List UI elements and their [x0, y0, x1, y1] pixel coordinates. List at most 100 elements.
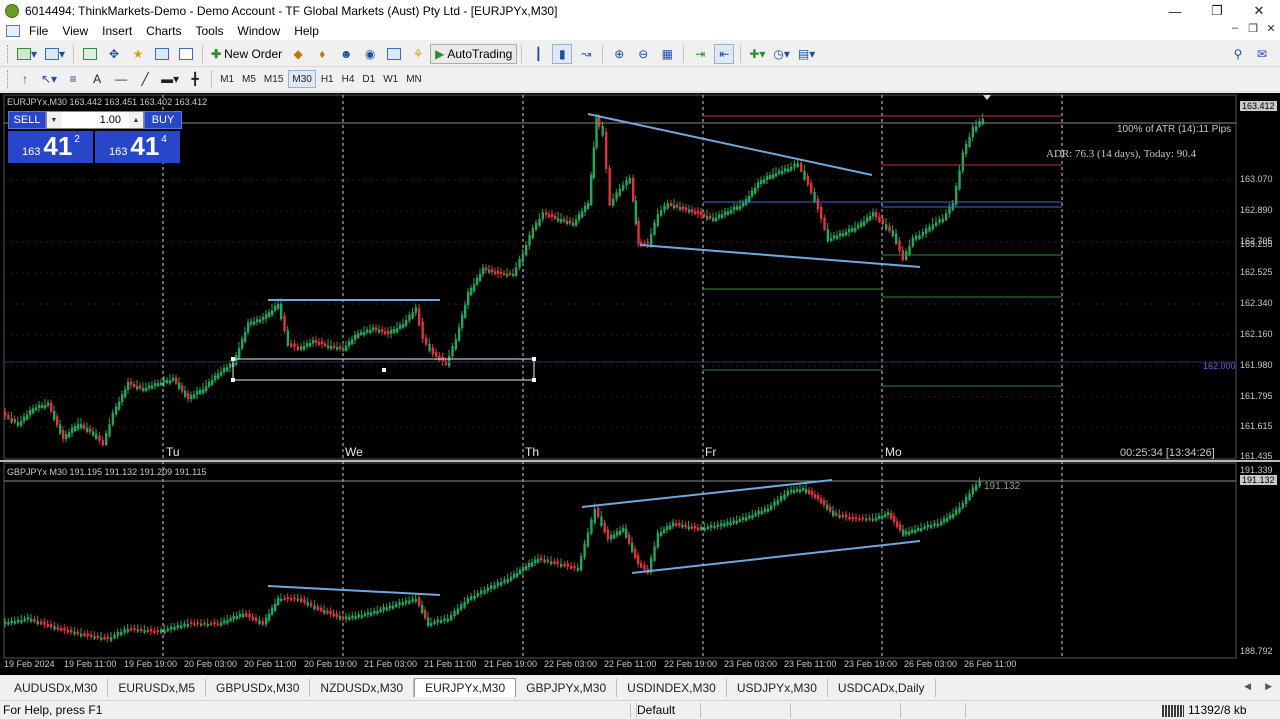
candle-body: [733, 206, 736, 211]
lot-decrease-icon[interactable]: ▼: [47, 112, 61, 128]
timeframe-m1[interactable]: M1: [217, 70, 237, 88]
strategy-tester-icon[interactable]: [176, 44, 196, 64]
menu-charts[interactable]: Charts: [139, 24, 188, 38]
candle-body: [751, 190, 754, 197]
tab-left-icon[interactable]: ◀: [1244, 681, 1251, 692]
chart-shift-icon[interactable]: ⇤: [714, 43, 735, 64]
chart-tab[interactable]: NZDUSDx,M30: [310, 679, 415, 697]
metaeditor-icon[interactable]: ◆: [288, 44, 308, 64]
candle-body: [153, 630, 156, 633]
candlestick-icon[interactable]: ▮: [552, 43, 573, 64]
data-window-icon[interactable]: ✥: [104, 44, 124, 64]
buy-button[interactable]: BUY: [144, 111, 182, 129]
candle-body: [808, 490, 811, 494]
chart-tab[interactable]: GBPJPYx,M30: [516, 679, 618, 697]
chart-tab[interactable]: EURJPYx,M30: [414, 678, 517, 697]
crosshair-tool-icon[interactable]: ╋: [185, 69, 205, 89]
chart-tab[interactable]: USDINDEX,M30: [617, 679, 727, 697]
menu-view[interactable]: View: [55, 24, 95, 38]
horizontal-line-icon[interactable]: —: [111, 69, 131, 89]
experts-icon[interactable]: ⚘: [408, 44, 428, 64]
candle-body: [700, 527, 703, 530]
cursor-icon[interactable]: ↑: [15, 69, 35, 89]
periods-icon[interactable]: ◷▾: [771, 44, 792, 64]
chart-tab[interactable]: USDCADx,Daily: [828, 679, 936, 697]
crosshair-icon[interactable]: ↖▾: [39, 69, 59, 89]
tile-windows-icon[interactable]: ▦: [657, 44, 677, 64]
new-order-button[interactable]: ✚ New Order: [207, 44, 286, 64]
candle-body: [535, 222, 538, 230]
text-tool-icon[interactable]: A: [87, 69, 107, 89]
candle-body: [86, 633, 90, 637]
chart-canvas[interactable]: [0, 93, 1280, 675]
separator: [700, 703, 701, 718]
child-restore-button[interactable]: ❐: [1244, 22, 1262, 35]
lot-increase-icon[interactable]: ▲: [129, 112, 143, 128]
options-icon[interactable]: [384, 44, 404, 64]
indicators-icon[interactable]: ✚▾: [747, 44, 767, 64]
zoom-in-icon[interactable]: ⊕: [609, 44, 629, 64]
community-icon[interactable]: ☻: [336, 44, 356, 64]
timeframe-m5[interactable]: M5: [239, 70, 259, 88]
timeframe-mn[interactable]: MN: [403, 70, 425, 88]
zoom-out-icon[interactable]: ⊖: [633, 44, 653, 64]
menu-file[interactable]: File: [22, 24, 55, 38]
candle-body: [29, 410, 32, 416]
autotrading-button[interactable]: ▶ AutoTrading: [430, 43, 518, 64]
candle-body: [888, 226, 891, 232]
timeframe-w1[interactable]: W1: [380, 70, 401, 88]
candle-body: [735, 520, 739, 524]
market-watch-icon[interactable]: [80, 44, 100, 64]
candle-body: [286, 597, 290, 600]
sell-button[interactable]: SELL: [8, 111, 46, 129]
navigator-icon[interactable]: ★: [128, 44, 148, 64]
line-chart-icon[interactable]: ↝: [576, 44, 596, 64]
menu-help[interactable]: Help: [287, 24, 326, 38]
rectangle-icon[interactable]: ▬▾: [159, 69, 181, 89]
candle-body: [482, 267, 485, 275]
timeframe-h4[interactable]: H4: [339, 70, 358, 88]
candle-body: [156, 630, 160, 633]
timeframe-h1[interactable]: H1: [318, 70, 337, 88]
grid-icon[interactable]: ≡: [63, 69, 83, 89]
templates-icon[interactable]: ▤▾: [796, 44, 817, 64]
child-close-button[interactable]: ✕: [1262, 22, 1280, 35]
search-icon[interactable]: ⚲: [1228, 44, 1248, 64]
minimize-button[interactable]: —: [1154, 0, 1196, 22]
lot-size-value[interactable]: 1.00: [61, 112, 129, 128]
menu-tools[interactable]: Tools: [189, 24, 231, 38]
vps-icon[interactable]: ◉: [360, 44, 380, 64]
child-minimize-button[interactable]: –: [1226, 22, 1244, 35]
chart-tab[interactable]: USDJPYx,M30: [727, 679, 828, 697]
chart-tab[interactable]: GBPUSDx,M30: [206, 679, 311, 697]
chart-window[interactable]: EURJPYx,M30 163.442 163.451 163.402 163.…: [0, 93, 1280, 675]
timeframe-d1[interactable]: D1: [359, 70, 378, 88]
bid-price[interactable]: 163 41 2: [8, 131, 93, 163]
new-chart-icon[interactable]: ▾: [15, 44, 39, 64]
bar-chart-icon[interactable]: ┃: [528, 44, 548, 64]
profiles-icon[interactable]: ▾: [43, 44, 67, 64]
auto-scroll-icon[interactable]: ⇥: [690, 44, 710, 64]
candle-body: [372, 327, 375, 331]
trendline-icon[interactable]: ╱: [135, 69, 155, 89]
menu-insert[interactable]: Insert: [95, 24, 139, 38]
price-tick: 162.890: [1240, 205, 1273, 215]
menu-window[interactable]: Window: [231, 24, 288, 38]
chart-tab[interactable]: EURUSDx,M5: [108, 679, 207, 697]
lot-size-field[interactable]: ▼ 1.00 ▲: [46, 111, 144, 129]
close-button[interactable]: ✕: [1238, 0, 1280, 22]
ask-price[interactable]: 163 41 4: [95, 131, 180, 163]
tab-right-icon[interactable]: ▶: [1265, 681, 1272, 692]
timeframe-m15[interactable]: M15: [261, 70, 286, 88]
candle-body: [226, 367, 229, 372]
candle-body: [811, 491, 814, 496]
signals-icon[interactable]: ♦: [312, 44, 332, 64]
chat-icon[interactable]: ✉: [1252, 44, 1272, 64]
timeframe-m30[interactable]: M30: [288, 70, 316, 88]
restore-button[interactable]: ❐: [1196, 0, 1238, 22]
candle-body: [108, 424, 111, 437]
chart-tab[interactable]: AUDUSDx,M30: [4, 679, 109, 697]
candle-body: [522, 567, 525, 572]
candle-body: [467, 291, 470, 306]
terminal-icon[interactable]: [152, 44, 172, 64]
